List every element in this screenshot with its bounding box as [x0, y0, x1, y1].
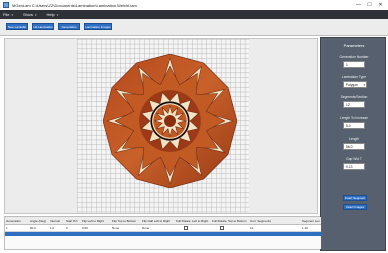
- parameters-panel-body: Parameters Generation Number 1 Laminatio…: [324, 40, 384, 249]
- length-label: Length: [348, 137, 360, 141]
- new-lamination-button[interactable]: New Lamlaffo: [6, 23, 28, 30]
- cell-flip-tb[interactable]: None: [111, 225, 141, 231]
- col-interval[interactable]: Interval: [49, 217, 65, 224]
- length-increase-label: Length To Increase: [340, 116, 368, 120]
- parameters-panel: Parameters Generation Number 1 Laminatio…: [320, 37, 386, 251]
- window-titlebar: MGenLam C:\Users\ZZ\Documents\Lamination…: [0, 0, 388, 10]
- minimize-icon[interactable]: —: [353, 1, 364, 9]
- table-row[interactable]: 1 60.0 1.0 0 0.60 None None 12 1.16: [5, 225, 321, 232]
- cell-segment-len: 1.16: [302, 226, 308, 230]
- col-full-rotate-1[interactable]: Full Rotate: [175, 217, 191, 224]
- chevron-down-icon: ▾: [363, 82, 365, 87]
- menu-show-label: Show: [22, 12, 33, 17]
- lamination-type-label: Lamination Type: [341, 75, 367, 79]
- generation-number-field[interactable]: 1: [343, 61, 365, 68]
- col-generation[interactable]: Generation: [5, 217, 29, 224]
- col-left-right[interactable]: Left to Right: [191, 217, 211, 224]
- cell-curr-segments: 12: [250, 226, 254, 230]
- checkbox-icon: [184, 226, 188, 230]
- center-disc: [163, 114, 177, 128]
- generation-table: Generation Angle (Deg) Interval Start Pc…: [4, 216, 321, 250]
- cell-generation: 1: [6, 226, 8, 230]
- col-full-rotate-2[interactable]: Full Rotate: [211, 217, 227, 224]
- length-increase-field[interactable]: 5.0: [343, 122, 365, 129]
- insert-segment-button[interactable]: Insert Segment: [343, 195, 367, 201]
- panel-title: Parameters: [343, 43, 365, 48]
- table-empty-area: [5, 236, 321, 249]
- segments-field[interactable]: 12: [343, 101, 365, 108]
- segments-label: Segments/Section: [340, 95, 368, 99]
- menu-help[interactable]: Help ▾: [47, 12, 59, 17]
- col-flip-tb[interactable]: Flip Top to Bottom: [111, 217, 141, 224]
- cell-interval[interactable]: 1.0: [49, 225, 65, 231]
- checkbox-full-rotate-1[interactable]: [183, 225, 191, 231]
- lib-lamination-button[interactable]: Lib Lamination: [32, 23, 54, 30]
- chevron-down-icon: ▾: [56, 12, 59, 17]
- generation-number-label: Generation Number: [339, 55, 369, 59]
- col-start-pct[interactable]: Start Pct: [65, 217, 81, 224]
- lamination-pattern: [103, 54, 237, 188]
- lamination-canvas[interactable]: [4, 38, 318, 214]
- col-flip-half[interactable]: Flip Half Left to Right: [141, 217, 175, 224]
- cell-flip-lr[interactable]: 0.60: [81, 225, 111, 231]
- col-curr-segments[interactable]: Curr. Segments: [249, 217, 273, 224]
- table-header: Generation Angle (Deg) Interval Start Pc…: [5, 217, 321, 225]
- gap-width-field[interactable]: 0.13: [343, 163, 365, 170]
- col-flip-lr[interactable]: Flip Left to Right: [81, 217, 111, 224]
- gap-width-label: Gap Wid T: [346, 157, 362, 161]
- lamination-type-select[interactable]: Polygon ▾: [343, 81, 367, 88]
- menu-file[interactable]: File ▾: [3, 12, 13, 17]
- menu-show[interactable]: Show ▾: [23, 12, 37, 17]
- cell-flip-half[interactable]: None: [141, 225, 175, 231]
- chevron-down-icon: ▾: [11, 12, 13, 17]
- lamination-type-value: Polygon: [346, 82, 358, 87]
- window-controls: — ☐ ✕: [353, 1, 386, 9]
- generation-button[interactable]: Generation: [58, 23, 80, 30]
- col-angle[interactable]: Angle (Deg): [29, 217, 49, 224]
- col-segment-len[interactable]: Segment Len: [301, 217, 321, 224]
- menu-bar: File ▾ Show ▾ Help ▾: [0, 10, 388, 19]
- lamination-images-button[interactable]: Lamination Images: [84, 23, 112, 30]
- menu-help-label: Help: [46, 12, 55, 17]
- cell-start-pct[interactable]: 0: [65, 225, 81, 231]
- menu-file-label: File: [3, 12, 10, 17]
- maximize-icon[interactable]: ☐: [364, 1, 375, 9]
- toolbar: New Lamlaffo Lib Lamination Generation L…: [0, 19, 388, 36]
- chevron-down-icon: ▾: [34, 12, 37, 17]
- app-icon: [3, 2, 9, 8]
- close-icon[interactable]: ✕: [375, 1, 386, 9]
- insert-images-button[interactable]: Insert Images: [343, 204, 367, 210]
- col-top-bottom[interactable]: Top to Bottom: [227, 217, 249, 224]
- window-title: MGenLam C:\Users\ZZ\Documents\Lamination…: [12, 2, 137, 8]
- length-field[interactable]: 56.0: [343, 143, 365, 150]
- checkbox-icon: [220, 226, 224, 230]
- cell-angle[interactable]: 60.0: [29, 225, 49, 231]
- checkbox-full-rotate-2[interactable]: [219, 225, 227, 231]
